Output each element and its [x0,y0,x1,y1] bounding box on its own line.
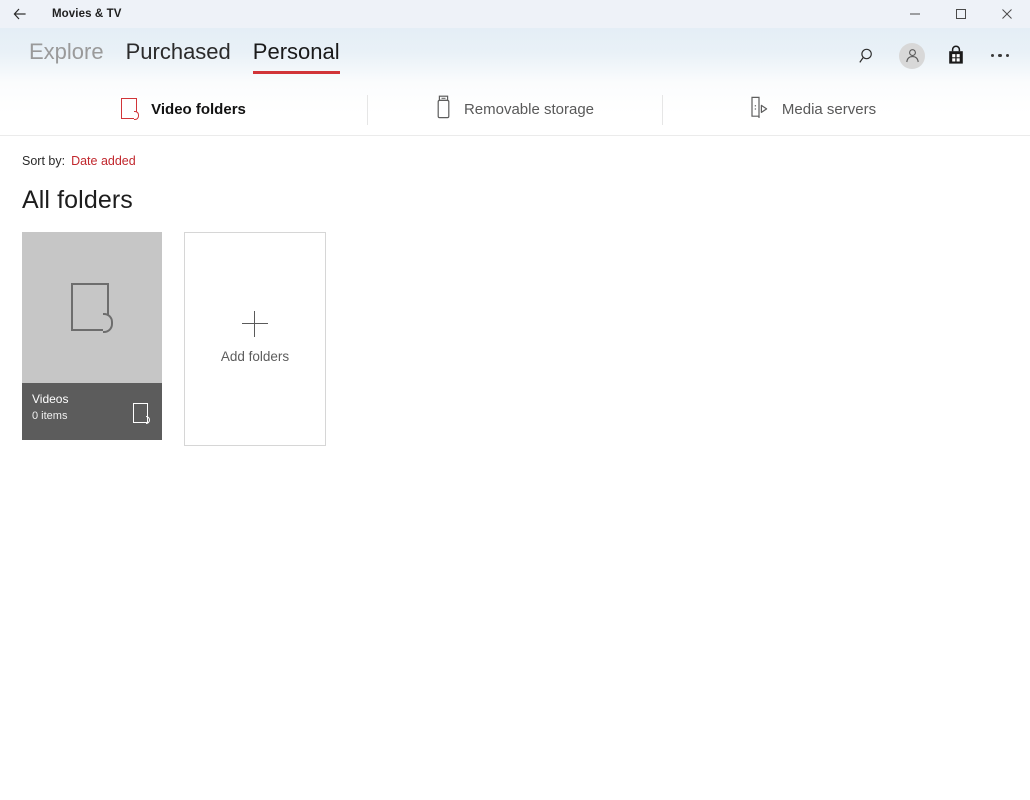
folder-icon [71,282,113,333]
plus-icon [242,311,268,337]
usb-drive-icon [435,95,452,124]
window-controls [892,0,1030,28]
folder-grid: Videos 0 items Add folders [22,232,1008,446]
folder-tile-footer: Videos 0 items [22,383,162,440]
main-nav-tabs: Explore Purchased Personal [18,28,351,74]
main-navigation-bar: Explore Purchased Personal [0,28,1030,83]
search-icon [858,46,878,66]
subtab-removable-storage[interactable]: Removable storage [367,83,662,136]
store-bag-icon [946,45,966,66]
subtab-media-servers[interactable]: Media servers [662,83,962,136]
search-button[interactable] [846,34,890,78]
media-server-icon [748,95,770,124]
sort-by-label: Sort by: [22,154,66,168]
account-avatar-icon [899,42,925,69]
folder-name: Videos [32,392,69,406]
maximize-button[interactable] [938,0,984,28]
app-title: Movies & TV [52,8,122,20]
folder-badge-icon [133,403,150,424]
titlebar: Movies & TV [0,0,1030,28]
video-folder-icon [121,98,140,120]
account-button[interactable] [890,34,934,78]
movies-and-tv-window: Movies & TV Explore Purchased Personal V… [0,0,1030,800]
add-folders-label: Add folders [220,349,290,364]
nav-actions [846,28,1022,83]
subtab-video-folders-label: Video folders [151,100,246,118]
sort-row: Sort by: Date added [22,154,1008,168]
store-button[interactable] [934,34,978,78]
nav-tab-explore[interactable]: Explore [18,28,115,66]
nav-tab-purchased[interactable]: Purchased [115,28,242,66]
back-button[interactable] [0,0,40,28]
subtab-video-folders[interactable]: Video folders [0,83,367,136]
close-button[interactable] [984,0,1030,28]
subtab-media-servers-label: Media servers [781,100,877,118]
minimize-button[interactable] [892,0,938,28]
folder-item-count: 0 items [32,410,68,422]
sort-by-value[interactable]: Date added [71,154,136,168]
folder-tile-videos[interactable]: Videos 0 items [22,232,162,440]
nav-tab-personal[interactable]: Personal [242,28,351,74]
more-ellipsis-icon [990,53,1010,58]
content-area: Sort by: Date added All folders Videos 0… [0,136,1030,800]
section-title: All folders [22,186,133,214]
more-button[interactable] [978,34,1022,78]
folder-thumbnail [22,232,162,383]
subtab-removable-storage-label: Removable storage [463,100,595,118]
add-folders-tile[interactable]: Add folders [184,232,326,446]
pivot-subtabs: Video folders Removable storage Media se… [0,83,1030,136]
